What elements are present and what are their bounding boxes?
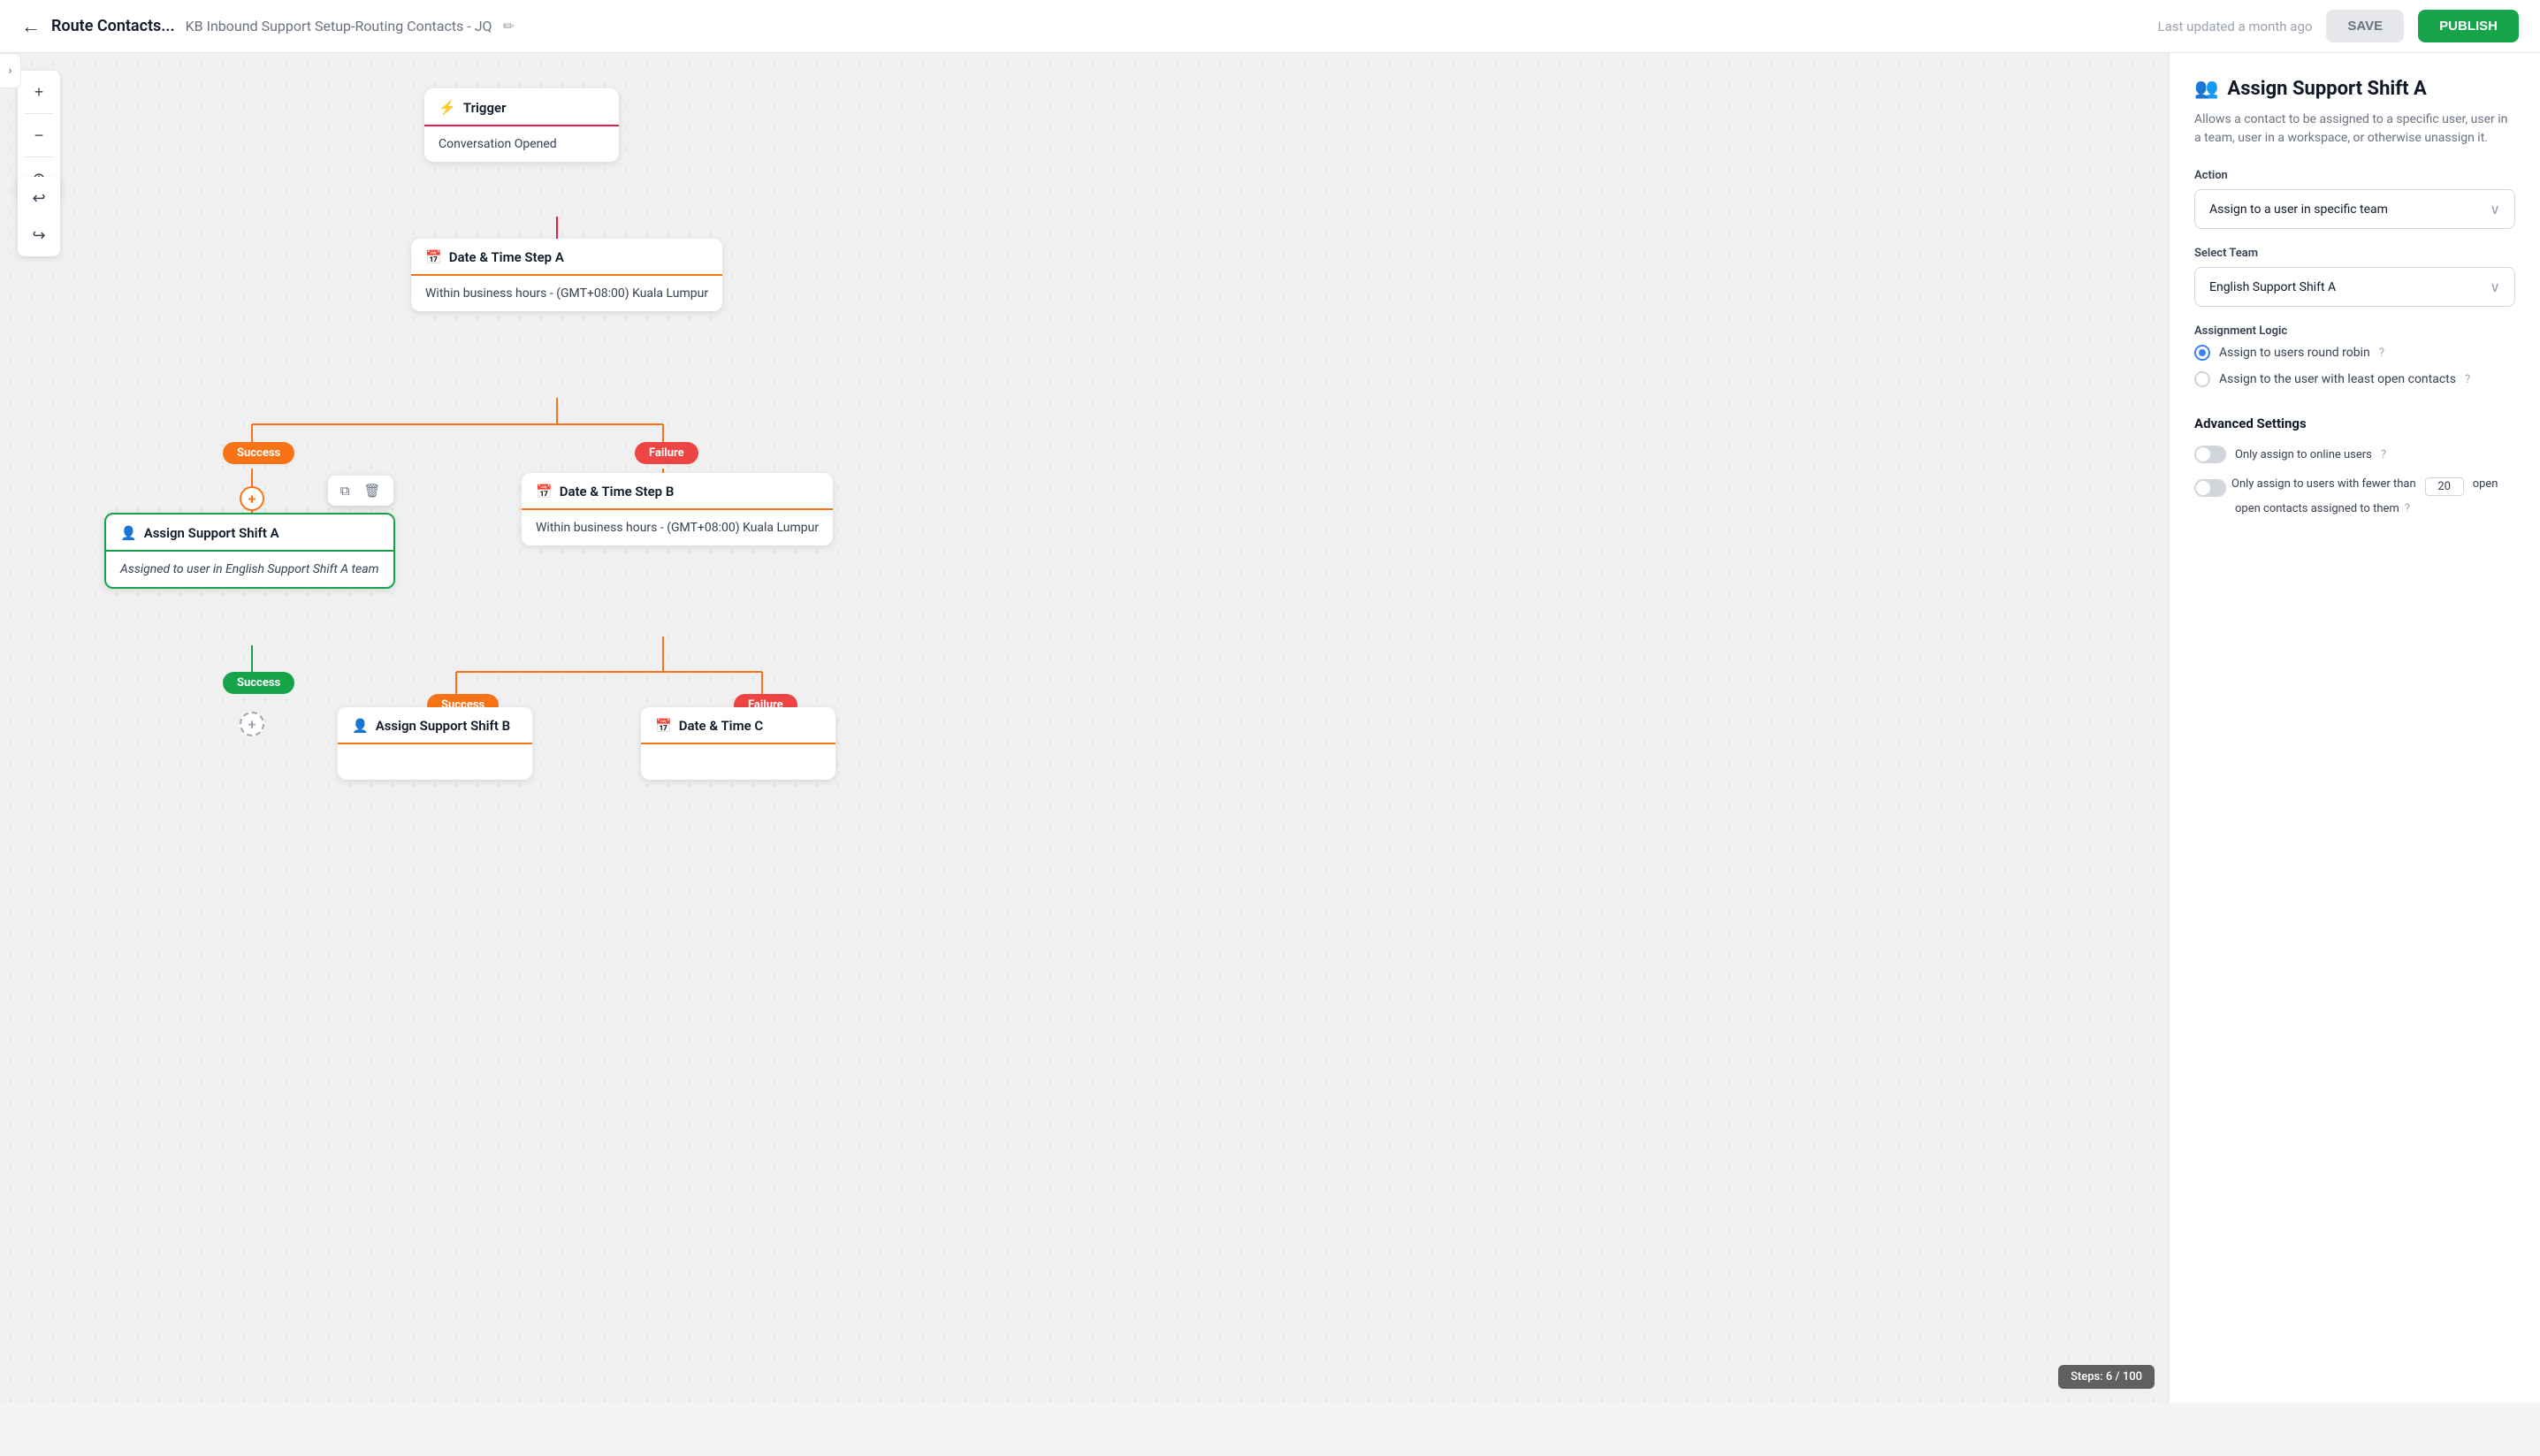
assign-a-node[interactable]: ⧉ 🗑 👤 Assign Support Shift A Assigned to… — [104, 513, 395, 589]
topbar-left: ← Route Contacts... KB Inbound Support S… — [21, 15, 515, 38]
flow-canvas[interactable]: + − ⊕ ↩ ↪ — [0, 53, 2169, 1403]
radio-round-robin-btn[interactable] — [2194, 345, 2210, 361]
online-users-label: Only assign to online users — [2235, 448, 2372, 461]
datetime-c-body — [641, 744, 835, 780]
copy-button[interactable]: ⧉ — [335, 481, 355, 500]
save-button[interactable]: SAVE — [2326, 10, 2404, 42]
panel-description: Allows a contact to be assigned to a spe… — [2194, 111, 2515, 148]
add-before-assign-a[interactable]: + — [240, 486, 264, 511]
radio-round-robin[interactable]: Assign to users round robin ? — [2194, 345, 2515, 361]
trigger-icon: ⚡ — [439, 99, 456, 116]
least-open-help-icon[interactable]: ? — [2465, 373, 2470, 386]
zoom-out-button[interactable]: − — [21, 118, 57, 153]
panel-title: Assign Support Shift A — [2227, 78, 2426, 100]
assign-a-body: Assigned to user in English Support Shif… — [106, 552, 393, 587]
assignment-logic-label: Assignment Logic — [2194, 324, 2515, 338]
radio-least-open[interactable]: Assign to the user with least open conta… — [2194, 371, 2515, 387]
topbar: ← Route Contacts... KB Inbound Support S… — [0, 0, 2540, 53]
action-label: Action — [2194, 169, 2515, 182]
assign-b-header: 👤 Assign Support Shift B — [338, 707, 532, 744]
collapse-panel-button[interactable]: › — [0, 53, 21, 88]
assign-a-icon: 👤 — [120, 525, 137, 541]
topbar-right: Last updated a month ago SAVE PUBLISH — [2158, 10, 2519, 42]
fewer-contacts-row: Only assign to users with fewer than 20 … — [2194, 477, 2515, 515]
team-chevron: ∨ — [2490, 278, 2500, 295]
calendar-a-icon: 📅 — [425, 249, 442, 265]
failure-badge-right: Failure — [635, 442, 698, 464]
datetime-b-body: Within business hours - (GMT+08:00) Kual… — [522, 510, 833, 545]
fewer-contacts-number[interactable]: 20 — [2425, 477, 2464, 496]
fewer-contacts-open: open — [2473, 477, 2498, 491]
trigger-header: ⚡ Trigger — [424, 88, 619, 126]
team-select[interactable]: English Support Shift A ∨ — [2194, 267, 2515, 307]
panel-icon: 👥 — [2194, 78, 2218, 100]
radio-round-robin-label: Assign to users round robin — [2219, 346, 2370, 360]
last-updated-text: Last updated a month ago — [2158, 19, 2313, 34]
zoom-in-button[interactable]: + — [21, 74, 57, 110]
datetime-c-title: Date & Time C — [679, 718, 764, 734]
assign-b-title: Assign Support Shift B — [376, 718, 510, 734]
undo-button[interactable]: ↩ — [21, 180, 57, 216]
assign-b-node[interactable]: 👤 Assign Support Shift B — [338, 707, 532, 780]
assign-b-icon: 👤 — [352, 718, 369, 734]
assign-a-header: 👤 Assign Support Shift A — [106, 515, 393, 552]
calendar-b-icon: 📅 — [536, 484, 553, 499]
action-chevron: ∨ — [2490, 201, 2500, 217]
redo-button[interactable]: ↪ — [21, 217, 57, 253]
team-value: English Support Shift A — [2209, 280, 2336, 294]
online-users-row: Only assign to online users ? — [2194, 446, 2515, 463]
fewer-contacts-help-icon[interactable]: ? — [2405, 502, 2410, 515]
datetime-b-node[interactable]: 📅 Date & Time Step B Within business hou… — [522, 473, 833, 545]
round-robin-help-icon[interactable]: ? — [2379, 347, 2384, 360]
advanced-title: Advanced Settings — [2194, 415, 2515, 431]
flow-connectors — [0, 53, 1768, 1403]
panel-title-row: 👥 Assign Support Shift A — [2194, 78, 2515, 100]
action-value: Assign to a user in specific team — [2209, 202, 2388, 217]
radio-least-open-label: Assign to the user with least open conta… — [2219, 372, 2456, 386]
datetime-a-node[interactable]: 📅 Date & Time Step A Within business hou… — [411, 239, 722, 311]
assign-a-toolbar: ⧉ 🗑 — [328, 476, 393, 506]
datetime-a-header: 📅 Date & Time Step A — [411, 239, 722, 276]
datetime-b-title: Date & Time Step B — [560, 484, 675, 499]
datetime-b-header: 📅 Date & Time Step B — [522, 473, 833, 510]
advanced-settings-section: Advanced Settings Only assign to online … — [2194, 415, 2515, 515]
assignment-logic-section: Assignment Logic Assign to users round r… — [2194, 324, 2515, 387]
add-after-assign-a[interactable]: + — [240, 712, 264, 736]
fewer-contacts-suffix: open contacts assigned to them — [2194, 502, 2399, 515]
trigger-body: Conversation Opened — [424, 126, 619, 162]
publish-button[interactable]: PUBLISH — [2418, 10, 2519, 42]
fewer-contacts-label: Only assign to users with fewer than — [2231, 477, 2416, 491]
action-select[interactable]: Assign to a user in specific team ∨ — [2194, 189, 2515, 229]
main-layout: + − ⊕ ↩ ↪ — [0, 53, 2540, 1403]
online-users-help-icon[interactable]: ? — [2381, 448, 2386, 461]
trigger-title: Trigger — [463, 100, 507, 116]
datetime-c-header: 📅 Date & Time C — [641, 707, 835, 744]
trigger-node[interactable]: ⚡ Trigger Conversation Opened — [424, 88, 619, 162]
datetime-a-body: Within business hours - (GMT+08:00) Kual… — [411, 276, 722, 311]
datetime-c-node[interactable]: 📅 Date & Time C — [641, 707, 835, 780]
assign-a-title: Assign Support Shift A — [144, 525, 279, 541]
fewer-contacts-toggle[interactable] — [2194, 479, 2226, 497]
steps-counter: Steps: 6 / 100 — [2058, 1365, 2155, 1389]
team-section: Select Team English Support Shift A ∨ — [2194, 247, 2515, 307]
success-badge-assign-a: Success — [223, 672, 294, 694]
right-panel: 👥 Assign Support Shift A Allows a contac… — [2169, 53, 2540, 1403]
assign-b-body — [338, 744, 532, 780]
team-label: Select Team — [2194, 247, 2515, 260]
online-users-toggle[interactable] — [2194, 446, 2226, 463]
delete-button[interactable]: 🗑 — [358, 481, 385, 500]
calendar-c-icon: 📅 — [655, 718, 672, 734]
page-title: Route Contacts... — [51, 17, 175, 35]
breadcrumb-subtitle: KB Inbound Support Setup-Routing Contact… — [186, 18, 492, 34]
back-button[interactable]: ← — [21, 15, 41, 38]
datetime-a-title: Date & Time Step A — [449, 249, 564, 265]
radio-least-open-btn[interactable] — [2194, 371, 2210, 387]
success-badge-left: Success — [223, 442, 294, 464]
edit-icon[interactable]: ✏ — [503, 18, 515, 34]
history-controls: ↩ ↪ — [18, 177, 60, 256]
action-section: Action Assign to a user in specific team… — [2194, 169, 2515, 229]
